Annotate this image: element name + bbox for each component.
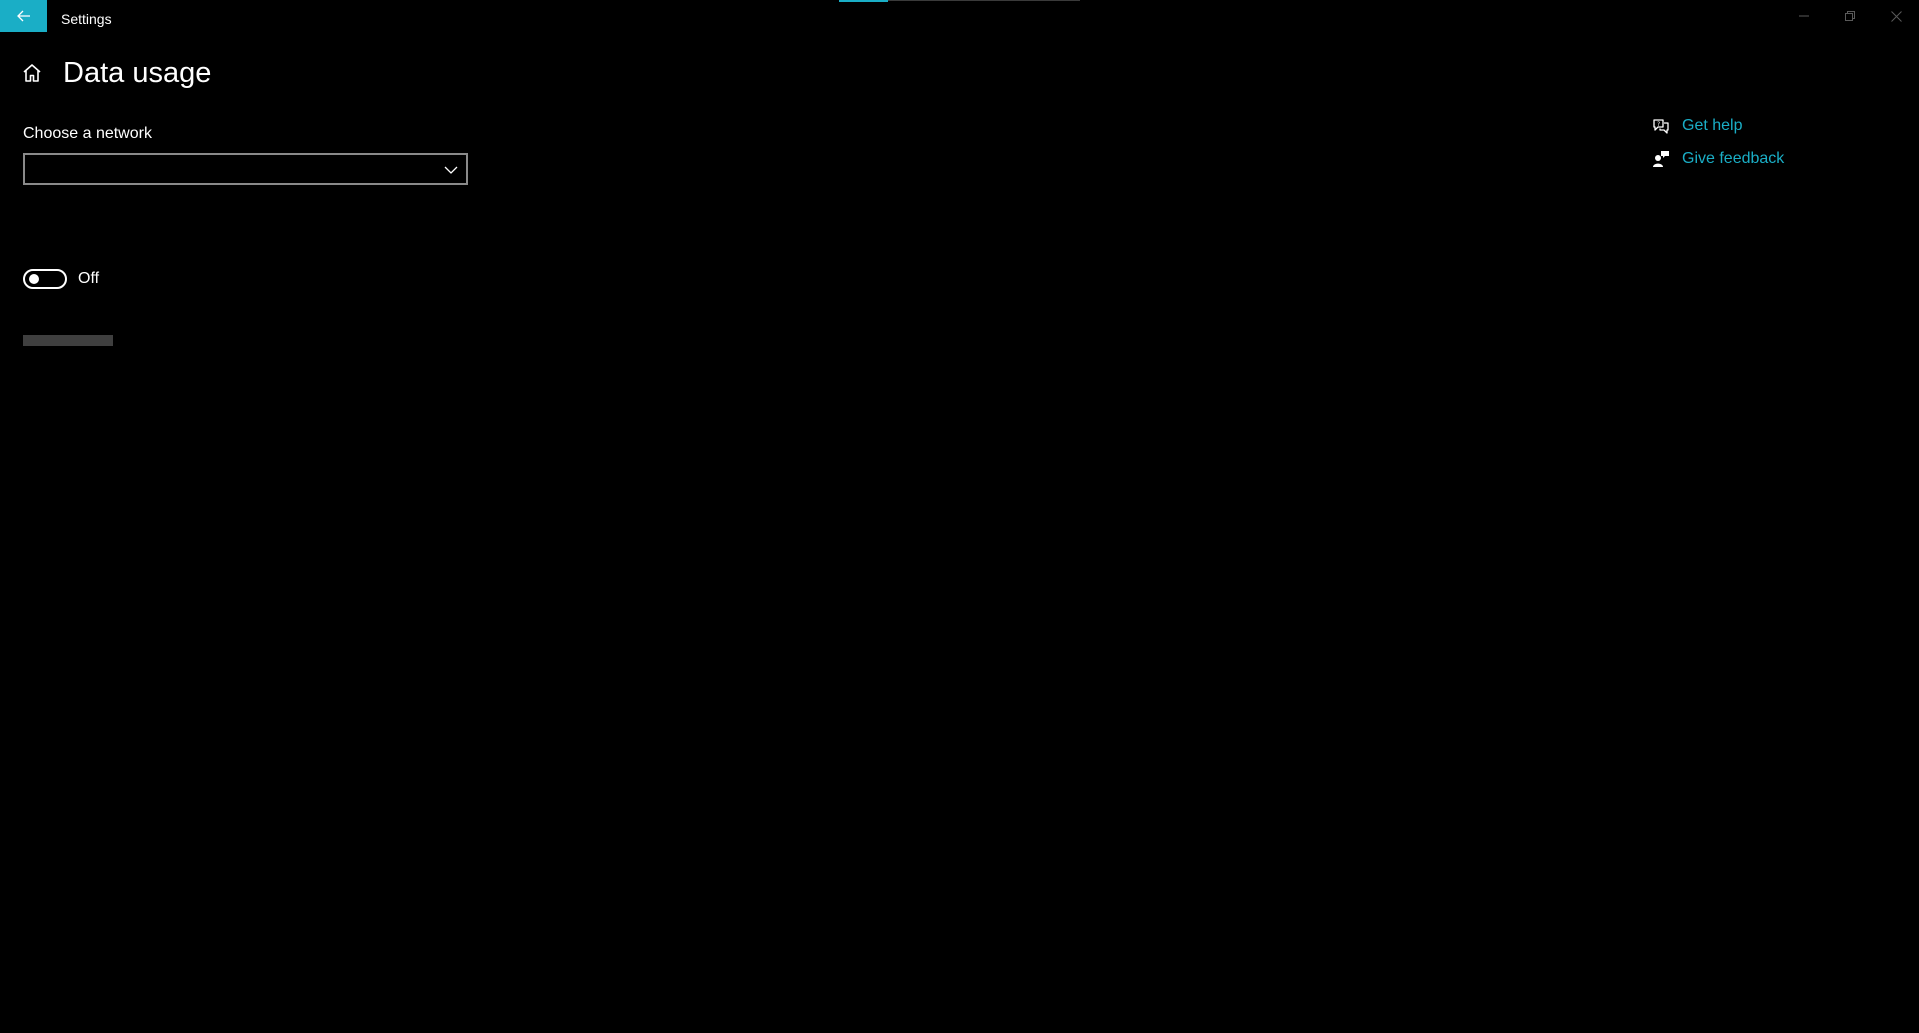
chevron-down-icon bbox=[444, 166, 458, 174]
home-icon[interactable] bbox=[21, 62, 43, 84]
data-limit-toggle[interactable] bbox=[23, 269, 67, 289]
feedback-icon bbox=[1652, 150, 1670, 168]
toggle-knob bbox=[29, 274, 39, 284]
window-title: Settings bbox=[61, 11, 112, 27]
get-help-label: Get help bbox=[1682, 117, 1743, 134]
loading-progress-indicator bbox=[839, 0, 888, 2]
restore-icon bbox=[1845, 11, 1855, 21]
toggle-state-label: Off bbox=[78, 270, 100, 287]
minimize-icon bbox=[1799, 15, 1809, 17]
page-title: Data usage bbox=[63, 57, 212, 89]
restore-button[interactable] bbox=[1827, 0, 1873, 32]
back-button[interactable] bbox=[0, 0, 47, 32]
help-chat-icon: ? bbox=[1652, 117, 1670, 135]
title-bar: Settings bbox=[0, 0, 1919, 39]
give-feedback-label: Give feedback bbox=[1682, 150, 1785, 167]
minimize-button[interactable] bbox=[1781, 0, 1827, 32]
close-icon bbox=[1890, 10, 1902, 22]
network-dropdown[interactable] bbox=[23, 153, 468, 185]
svg-text:?: ? bbox=[1657, 121, 1660, 128]
give-feedback-link[interactable]: Give feedback bbox=[1652, 150, 1784, 168]
get-help-link[interactable]: ? Get help bbox=[1652, 117, 1742, 135]
settings-window: Settings Data usage Choose a network Off… bbox=[0, 0, 1919, 1033]
loading-placeholder bbox=[23, 335, 113, 346]
network-label: Choose a network bbox=[23, 125, 152, 142]
close-button[interactable] bbox=[1873, 0, 1919, 32]
back-arrow-icon bbox=[16, 10, 30, 22]
